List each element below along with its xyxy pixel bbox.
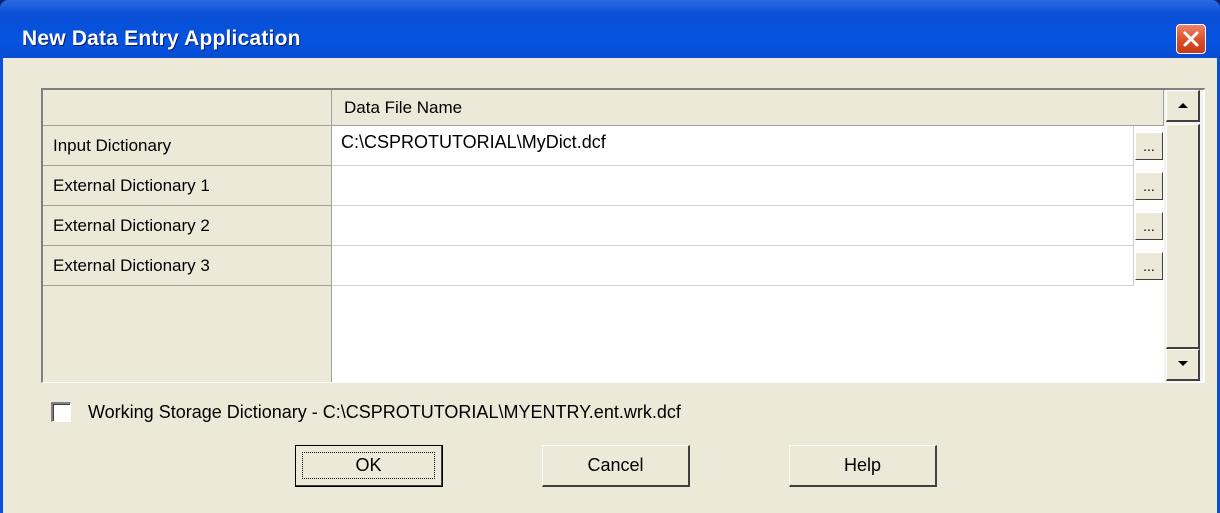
dialog-body: Data File Name Input Dictionary C:\CSPRO… [0, 58, 1220, 513]
external-dictionary-1-field[interactable] [332, 166, 1134, 206]
arrow-up-icon [1178, 103, 1188, 108]
dialog-window: New Data Entry Application Data File Nam… [0, 0, 1220, 513]
browse-button-external-dictionary-3[interactable]: ... [1135, 252, 1163, 280]
input-dictionary-field[interactable]: C:\CSPROTUTORIAL\MyDict.dcf [332, 126, 1134, 166]
scroll-down-button[interactable] [1166, 349, 1200, 381]
scroll-up-button[interactable] [1166, 90, 1200, 122]
row-label-external-dictionary-3: External Dictionary 3 [43, 246, 332, 286]
vertical-scrollbar[interactable] [1164, 90, 1203, 382]
working-storage-checkbox[interactable] [51, 402, 71, 422]
close-button[interactable] [1176, 24, 1206, 54]
browse-button-external-dictionary-1[interactable]: ... [1135, 172, 1163, 200]
column-header-data-file-name: Data File Name [332, 90, 1164, 126]
cancel-button[interactable]: Cancel [542, 445, 690, 487]
grid-content: Data File Name Input Dictionary C:\CSPRO… [43, 90, 1164, 382]
external-dictionary-2-field[interactable] [332, 206, 1134, 246]
grid-empty-area [332, 286, 1164, 382]
arrow-down-icon [1178, 361, 1188, 366]
row-header-empty-area [43, 286, 332, 382]
working-storage-option[interactable]: Working Storage Dictionary - C:\CSPROTUT… [51, 400, 681, 424]
grid-corner-header [43, 90, 332, 126]
browse-button-input-dictionary[interactable]: ... [1135, 132, 1163, 160]
ok-button[interactable]: OK [295, 445, 443, 487]
window-title: New Data Entry Application [22, 27, 301, 50]
help-button[interactable]: Help [789, 445, 937, 487]
close-icon [1183, 31, 1199, 47]
working-storage-label[interactable]: Working Storage Dictionary - C:\CSPROTUT… [88, 402, 681, 423]
row-label-external-dictionary-1: External Dictionary 1 [43, 166, 332, 206]
row-label-external-dictionary-2: External Dictionary 2 [43, 206, 332, 246]
scroll-thumb[interactable] [1166, 124, 1200, 349]
row-label-input-dictionary: Input Dictionary [43, 126, 332, 166]
external-dictionary-3-field[interactable] [332, 246, 1134, 286]
browse-button-external-dictionary-2[interactable]: ... [1135, 212, 1163, 240]
dictionary-grid: Data File Name Input Dictionary C:\CSPRO… [41, 88, 1205, 383]
